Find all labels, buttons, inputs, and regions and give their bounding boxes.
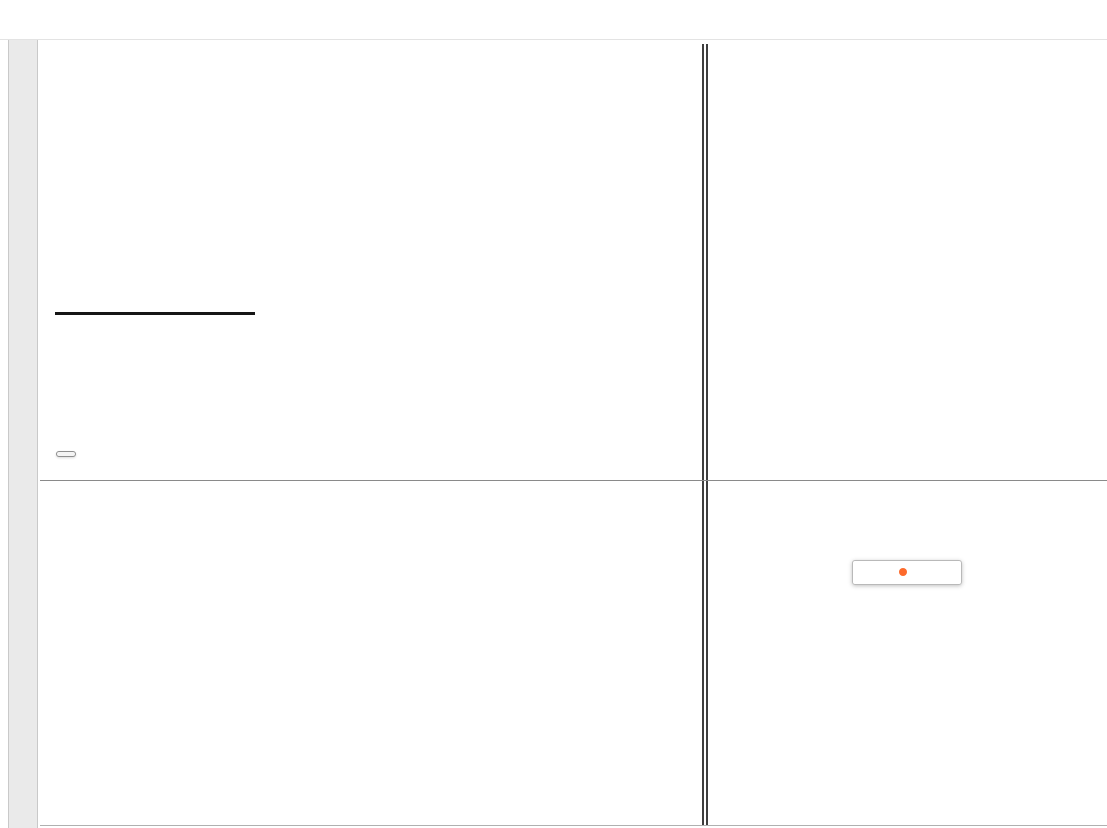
series-dot-icon (899, 568, 907, 576)
tooltip-value-row (861, 564, 953, 579)
welllog-viewer (0, 0, 1107, 828)
depth-marker (55, 311, 255, 316)
depth-minimap[interactable] (8, 40, 38, 828)
log2d-tooltip (852, 560, 962, 585)
marker-line (55, 312, 255, 315)
toolbar (0, 0, 1107, 40)
track-splitter[interactable] (702, 44, 708, 825)
crosshair-line (40, 480, 1107, 481)
depth-tooltip (56, 451, 76, 457)
plot-bottom-border (40, 825, 1107, 826)
